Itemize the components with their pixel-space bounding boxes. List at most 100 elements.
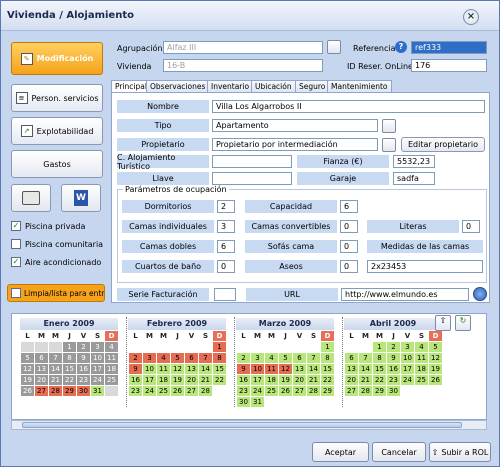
calendar-day[interactable]: 4 bbox=[265, 353, 278, 363]
up-arrow-button[interactable]: ⇧ bbox=[435, 315, 451, 331]
calendar-day[interactable]: 11 bbox=[415, 353, 428, 363]
calendar-day[interactable]: 15 bbox=[213, 364, 226, 374]
url-field[interactable]: http://www.elmundo.es bbox=[341, 288, 469, 301]
calendar-day[interactable]: 14 bbox=[359, 364, 372, 374]
calendar-day[interactable]: 1 bbox=[213, 342, 226, 352]
calendar-day[interactable]: 6 bbox=[293, 353, 306, 363]
calendar-day[interactable]: 3 bbox=[401, 342, 414, 352]
calendar-day[interactable]: 12 bbox=[21, 364, 34, 374]
checkbox-piscina-comunitaria[interactable] bbox=[11, 239, 21, 249]
calendar-day[interactable]: 7 bbox=[199, 353, 212, 363]
calendar-day[interactable]: 17 bbox=[91, 364, 104, 374]
calendar-day[interactable]: 30 bbox=[237, 397, 250, 407]
calendar-day[interactable]: 22 bbox=[63, 375, 76, 385]
calendar-day[interactable]: 3 bbox=[143, 353, 156, 363]
calendar-day[interactable]: 10 bbox=[251, 364, 264, 374]
calendar-day[interactable]: 19 bbox=[21, 375, 34, 385]
calendar-day[interactable]: 13 bbox=[185, 364, 198, 374]
sofas-field[interactable]: 0 bbox=[340, 240, 358, 253]
calendar-day[interactable]: 10 bbox=[401, 353, 414, 363]
calendar-day[interactable]: 15 bbox=[373, 364, 386, 374]
modificacion-button[interactable]: ✎ Modificación bbox=[11, 42, 103, 75]
calendar-day[interactable]: 7 bbox=[307, 353, 320, 363]
calendar-day[interactable]: 16 bbox=[387, 364, 400, 374]
cat-field[interactable] bbox=[212, 155, 292, 168]
calendar-day[interactable]: 8 bbox=[321, 353, 334, 363]
help-icon[interactable]: ? bbox=[395, 41, 407, 53]
calendar-day[interactable]: 18 bbox=[157, 375, 170, 385]
capacidad-field[interactable]: 6 bbox=[340, 200, 358, 213]
calendar-day[interactable]: 21 bbox=[199, 375, 212, 385]
calendar-day[interactable]: 17 bbox=[251, 375, 264, 385]
calendar-day[interactable]: 12 bbox=[279, 364, 292, 374]
calendar-day[interactable]: 16 bbox=[237, 375, 250, 385]
calendar-day[interactable]: 23 bbox=[387, 375, 400, 385]
calendar-day[interactable]: 21 bbox=[49, 375, 62, 385]
calendar-day[interactable]: 20 bbox=[293, 375, 306, 385]
calendar-day[interactable]: 1 bbox=[63, 342, 76, 352]
calendar-day[interactable]: 20 bbox=[345, 375, 358, 385]
calendar-day[interactable]: 4 bbox=[157, 353, 170, 363]
scroll-thumb[interactable] bbox=[22, 422, 462, 428]
word-export-button[interactable]: W bbox=[61, 184, 101, 212]
calendar-day[interactable]: 2 bbox=[77, 342, 90, 352]
calendar-day[interactable]: 24 bbox=[91, 375, 104, 385]
calendar-scrollbar[interactable] bbox=[11, 420, 487, 430]
gastos-button[interactable]: Gastos bbox=[11, 150, 103, 178]
calendar-day[interactable]: 9 bbox=[77, 353, 90, 363]
calendar-day[interactable]: 11 bbox=[105, 353, 118, 363]
limpia-toggle[interactable]: Limpia/lista para entrar bbox=[7, 284, 105, 302]
check-aire-acondicionado[interactable]: ✓ Aire acondicionado bbox=[11, 257, 101, 267]
calendar-day[interactable]: 22 bbox=[321, 375, 334, 385]
dormitorios-field[interactable]: 2 bbox=[217, 200, 235, 213]
calendar-day[interactable]: 12 bbox=[429, 353, 442, 363]
calendar-day[interactable]: 5 bbox=[279, 353, 292, 363]
calendar-day[interactable]: 27 bbox=[185, 386, 198, 396]
camas-ind-field[interactable]: 3 bbox=[217, 220, 235, 233]
referencia-field[interactable]: ref333 bbox=[411, 41, 487, 54]
person-servicios-button[interactable]: ≡ Person. servicios bbox=[11, 84, 103, 112]
check-piscina-comunitaria[interactable]: Piscina comunitaria bbox=[11, 239, 103, 249]
llave-field[interactable] bbox=[212, 172, 292, 185]
calendar-day[interactable]: 13 bbox=[345, 364, 358, 374]
calendar-day[interactable]: 26 bbox=[171, 386, 184, 396]
calendar-day[interactable]: 17 bbox=[143, 375, 156, 385]
calendar-day[interactable]: 30 bbox=[77, 386, 90, 396]
calendar-day[interactable]: 25 bbox=[157, 386, 170, 396]
calendar-day[interactable]: 18 bbox=[105, 364, 118, 374]
calendar-day[interactable]: 6 bbox=[345, 353, 358, 363]
calendar-day[interactable]: 15 bbox=[63, 364, 76, 374]
calendar-day[interactable]: 28 bbox=[199, 386, 212, 396]
checkbox-limpia[interactable] bbox=[11, 288, 21, 298]
calendar-day[interactable]: 13 bbox=[293, 364, 306, 374]
calendar-day[interactable]: 7 bbox=[359, 353, 372, 363]
calendar-day[interactable]: 22 bbox=[373, 375, 386, 385]
calendar-day[interactable]: 16 bbox=[129, 375, 142, 385]
calendar-day[interactable]: 27 bbox=[345, 386, 358, 396]
calendar-day[interactable]: 10 bbox=[91, 353, 104, 363]
calendar-day[interactable]: 16 bbox=[77, 364, 90, 374]
calendar-day[interactable]: 23 bbox=[77, 375, 90, 385]
explotabilidad-button[interactable]: ↗ Explotabilidad bbox=[11, 117, 103, 145]
camas-conv-field[interactable]: 0 bbox=[340, 220, 358, 233]
calendar-day[interactable]: 26 bbox=[21, 386, 34, 396]
literas-field[interactable]: 0 bbox=[462, 220, 480, 233]
calendar-day[interactable]: 4 bbox=[415, 342, 428, 352]
calendar-day[interactable]: 3 bbox=[251, 353, 264, 363]
calendar-day[interactable]: 27 bbox=[35, 386, 48, 396]
calendar-day[interactable]: 6 bbox=[185, 353, 198, 363]
calendar-day[interactable]: 21 bbox=[307, 375, 320, 385]
calendar-day[interactable]: 14 bbox=[307, 364, 320, 374]
propietario-lookup-button[interactable] bbox=[382, 138, 396, 152]
calendar-day[interactable]: 27 bbox=[293, 386, 306, 396]
calendar-day[interactable]: 25 bbox=[105, 375, 118, 385]
calendar-day[interactable]: 8 bbox=[373, 353, 386, 363]
calendar-day[interactable]: 5 bbox=[429, 342, 442, 352]
calendar-day[interactable]: 9 bbox=[387, 353, 400, 363]
calendar-day[interactable]: 28 bbox=[359, 386, 372, 396]
nombre-field[interactable]: Villa Los Algarrobos II bbox=[212, 100, 485, 113]
editar-propietario-button[interactable]: Editar propietario bbox=[401, 137, 485, 152]
calendar-day[interactable]: 20 bbox=[185, 375, 198, 385]
calendar-day[interactable]: 6 bbox=[35, 353, 48, 363]
calendar-day[interactable]: 30 bbox=[387, 386, 400, 396]
